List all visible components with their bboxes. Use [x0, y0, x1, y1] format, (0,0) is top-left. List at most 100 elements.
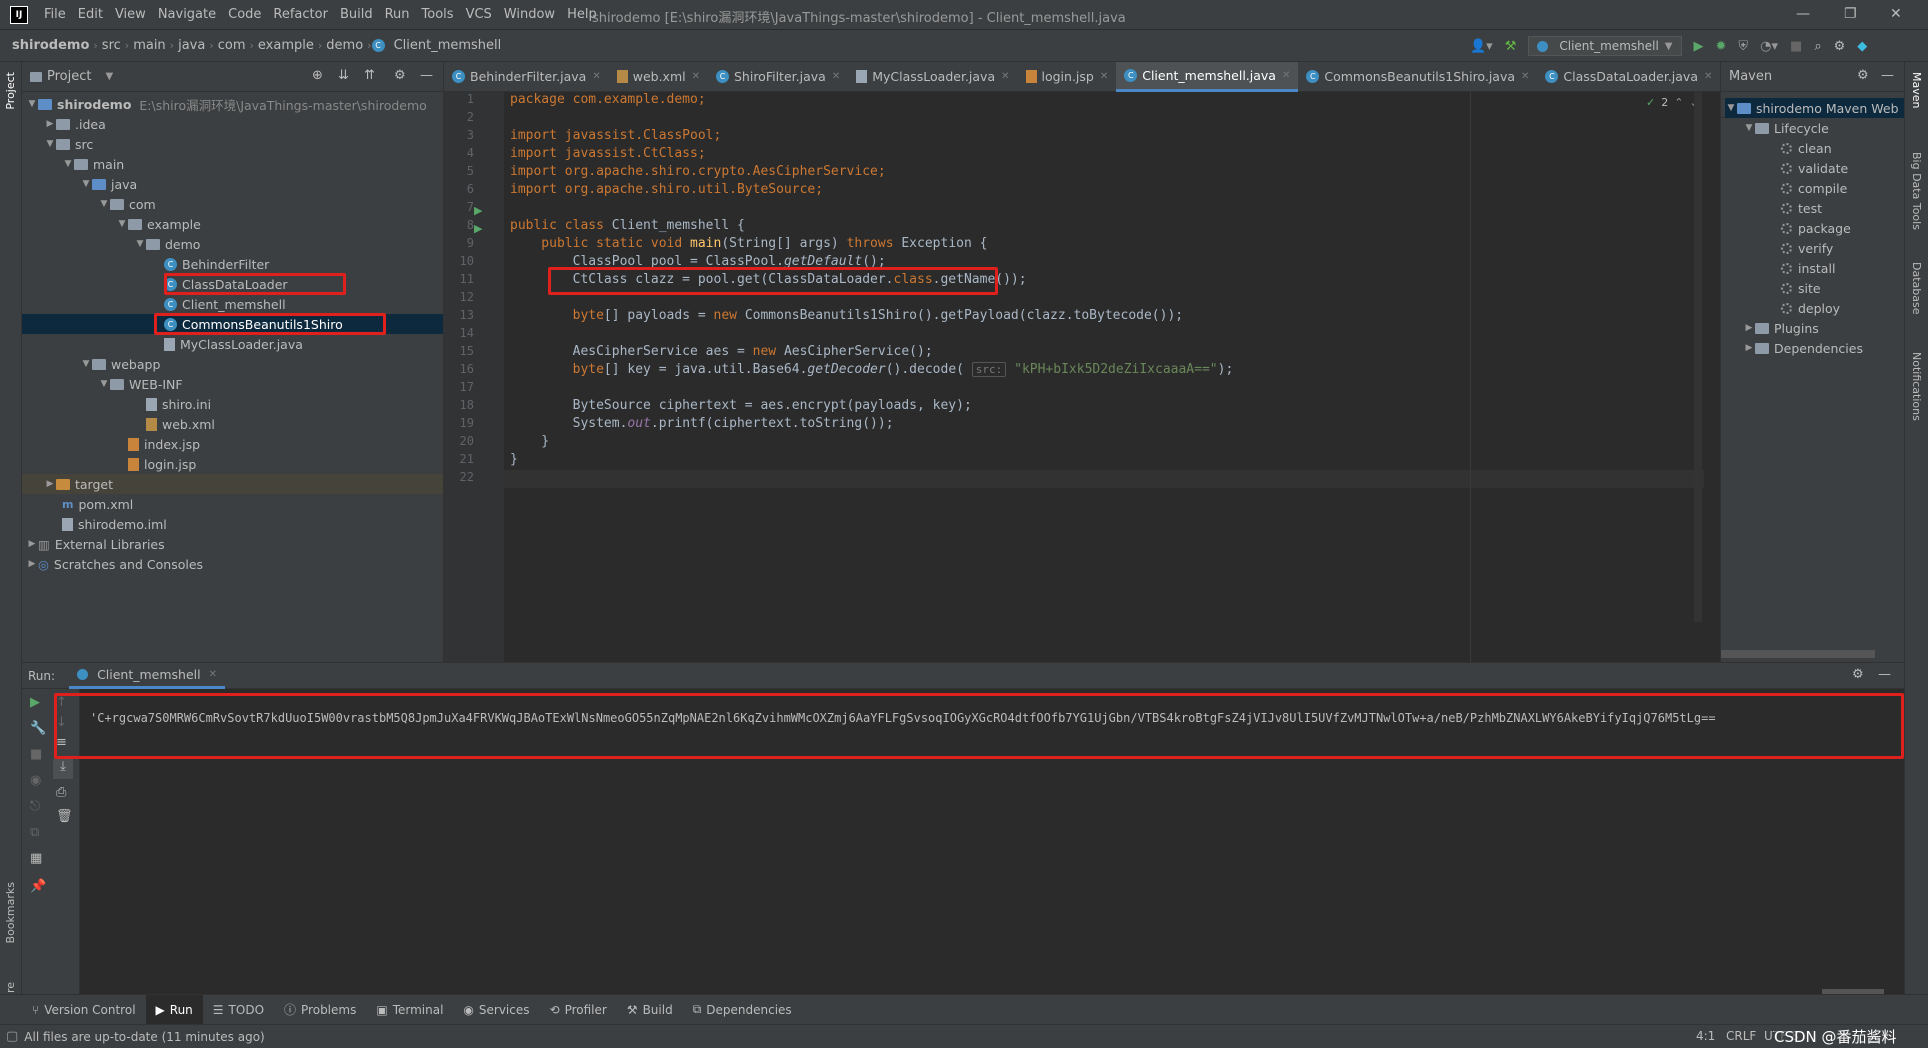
hide-icon[interactable]: —	[420, 68, 433, 83]
tree-item-demo[interactable]: ▼ demo	[134, 234, 201, 254]
tree-item-pom[interactable]: m pom.xml	[62, 494, 133, 514]
tab-client-memshell[interactable]: C Client_memshell.java ✕	[1116, 61, 1299, 92]
menu-window[interactable]: Window	[498, 7, 561, 22]
status-icon[interactable]: ▢	[6, 1029, 18, 1044]
tree-item-scratches[interactable]: ▶ ◎ Scratches and Consoles	[26, 554, 204, 574]
tab-build[interactable]: ⚒ Build	[617, 1003, 683, 1017]
tab-todo[interactable]: ☰ TODO	[203, 1003, 274, 1017]
tree-item-java[interactable]: ▼ java	[80, 174, 138, 194]
menu-vcs[interactable]: VCS	[460, 7, 498, 22]
maven-dependencies[interactable]: ▶ Dependencies	[1743, 338, 1863, 358]
tab-dependencies[interactable]: ⧉ Dependencies	[683, 1002, 802, 1017]
close-icon[interactable]: ✕	[832, 71, 840, 82]
tree-item-web-inf[interactable]: ▼ WEB-INF	[98, 374, 183, 394]
maven-lifecycle[interactable]: ▼ Lifecycle	[1743, 118, 1829, 138]
scroll-to-end-icon[interactable]: ⤓	[53, 759, 73, 779]
tree-item-com[interactable]: ▼ com	[98, 194, 156, 214]
menu-edit[interactable]: Edit	[72, 7, 109, 22]
debug-icon[interactable]: ✹	[1716, 39, 1727, 54]
maven-goal-package[interactable]: package	[1781, 218, 1851, 238]
maven-goal-validate[interactable]: validate	[1781, 158, 1848, 178]
breadcrumb-main[interactable]: main	[129, 38, 169, 53]
tree-item-shiro-ini[interactable]: shiro.ini	[146, 394, 211, 414]
tree-item-example[interactable]: ▼ example	[116, 214, 201, 234]
tab-commonsbeanutils1shiro[interactable]: C CommonsBeanutils1Shiro.java ✕	[1298, 62, 1537, 92]
project-panel-title[interactable]: Project	[47, 69, 91, 84]
tab-myclassloader[interactable]: MyClassLoader.java ✕	[848, 62, 1017, 92]
run-gutter-icon[interactable]: ▶	[474, 204, 482, 217]
maven-goal-install[interactable]: install	[1781, 258, 1835, 278]
maven-plugins[interactable]: ▶ Plugins	[1743, 318, 1819, 338]
tab-run[interactable]: ▶ Run	[145, 994, 203, 1025]
plugin-icon[interactable]: ◆	[1857, 39, 1867, 54]
close-icon[interactable]: ✕	[1890, 6, 1902, 22]
chevron-up-icon[interactable]: ⌃	[1674, 96, 1683, 109]
tab-shirofilter[interactable]: C ShiroFilter.java ✕	[708, 62, 848, 92]
breadcrumb-src[interactable]: src	[98, 38, 125, 53]
project-tool-button[interactable]: Project	[4, 72, 17, 110]
restore-layout-icon[interactable]: ⧉	[30, 825, 39, 840]
bookmarks-tool-button[interactable]: Bookmarks	[4, 882, 17, 943]
run-icon[interactable]: ▶	[1694, 39, 1704, 54]
database-tool-button[interactable]: Database	[1910, 262, 1923, 315]
stop-icon[interactable]: ■	[1790, 39, 1802, 54]
tree-item-webapp[interactable]: ▼ webapp	[80, 354, 161, 374]
tab-version-control[interactable]: ⑂ Version Control	[22, 1003, 146, 1017]
coverage-icon[interactable]: ⛨	[1738, 39, 1748, 54]
tab-problems[interactable]: ⓘ Problems	[274, 1001, 366, 1018]
tree-item-iml[interactable]: shirodemo.iml	[62, 514, 167, 534]
maven-scrollbar[interactable]	[1721, 650, 1875, 658]
close-icon[interactable]: ✕	[692, 71, 700, 82]
tree-item-target[interactable]: ▶ target	[22, 474, 443, 494]
maven-goal-site[interactable]: site	[1781, 278, 1821, 298]
maven-goal-clean[interactable]: clean	[1781, 138, 1832, 158]
tab-login-jsp[interactable]: login.jsp ✕	[1018, 62, 1117, 92]
tab-terminal[interactable]: ▣ Terminal	[366, 1003, 453, 1017]
layout-icon[interactable]: ▦	[30, 851, 42, 866]
profile-icon[interactable]: ◔▾	[1760, 39, 1778, 54]
settings-icon[interactable]: ⚙	[1834, 39, 1846, 54]
breadcrumb-demo[interactable]: demo	[322, 38, 367, 53]
chevron-down-icon[interactable]: ▼	[105, 71, 113, 82]
tree-item-myclassloader[interactable]: MyClassLoader.java	[164, 334, 303, 354]
pin-icon[interactable]: 📌	[30, 879, 46, 894]
breadcrumb-java[interactable]: java	[174, 38, 209, 53]
breadcrumb-example[interactable]: example	[254, 38, 318, 53]
close-icon[interactable]: ✕	[1282, 70, 1290, 81]
tab-web-xml[interactable]: web.xml ✕	[609, 62, 708, 92]
menu-build[interactable]: Build	[334, 7, 379, 22]
wrench-icon[interactable]: 🔧	[30, 721, 46, 736]
maven-goal-deploy[interactable]: deploy	[1781, 298, 1840, 318]
maven-goal-test[interactable]: test	[1781, 198, 1822, 218]
line-separator[interactable]: CRLF	[1726, 1029, 1756, 1043]
user-icon[interactable]: 👤▾	[1470, 39, 1493, 54]
menu-file[interactable]: File	[38, 7, 72, 22]
tab-profiler[interactable]: ⟲ Profiler	[540, 1003, 617, 1017]
settings-icon[interactable]: ⚙	[394, 68, 406, 83]
collapse-all-icon[interactable]: ⇈	[364, 68, 375, 83]
tab-services[interactable]: ◉ Services	[453, 1003, 539, 1017]
run-tab[interactable]: Client_memshell ✕	[69, 663, 226, 689]
tree-item-client-memshell[interactable]: C Client_memshell	[164, 294, 286, 314]
close-icon[interactable]: ✕	[1704, 71, 1712, 82]
tree-item-idea[interactable]: ▶ .idea	[44, 114, 106, 134]
breadcrumb-com[interactable]: com	[214, 38, 250, 53]
menu-view[interactable]: View	[109, 7, 152, 22]
hide-icon[interactable]: —	[1881, 68, 1894, 83]
camera-icon[interactable]: ◉	[30, 773, 41, 788]
print-icon[interactable]: ⎙	[56, 785, 66, 800]
close-icon[interactable]: ✕	[592, 71, 600, 82]
restore-icon[interactable]: ❐	[1844, 6, 1857, 22]
menu-code[interactable]: Code	[222, 7, 267, 22]
tab-classdataloader[interactable]: C ClassDataLoader.java ✕	[1537, 62, 1720, 92]
run-gutter-icon[interactable]: ▶	[474, 222, 482, 235]
tree-item-behinderfilter[interactable]: C BehinderFilter	[164, 254, 269, 274]
tab-behinderfilter[interactable]: C BehinderFilter.java ✕	[444, 62, 609, 92]
breadcrumb-project[interactable]: shirodemo	[8, 38, 93, 53]
tree-item-web-xml[interactable]: web.xml	[146, 414, 215, 434]
settings-icon[interactable]: ⚙	[1852, 667, 1864, 682]
rerun-icon[interactable]: ▶	[30, 695, 40, 710]
expand-all-icon[interactable]: ⇊	[338, 68, 349, 83]
maven-goal-compile[interactable]: compile	[1781, 178, 1847, 198]
tree-item-src[interactable]: ▼ src	[44, 134, 94, 154]
